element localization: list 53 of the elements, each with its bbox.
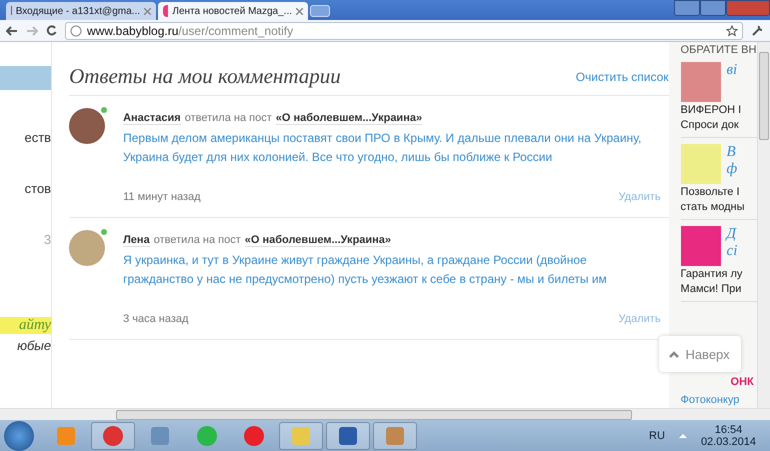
close-icon[interactable] [144, 8, 151, 14]
ad-text: Позвольте I [680, 186, 741, 199]
clock-date[interactable]: 02.03.2014 [700, 436, 756, 448]
tray-arrow-icon[interactable] [678, 433, 687, 438]
taskbar-app[interactable] [373, 422, 417, 450]
globe-icon [70, 24, 82, 36]
taskbar-app[interactable] [326, 422, 370, 450]
post-link[interactable]: «О наболевшем...Украина» [276, 112, 422, 125]
forward-icon[interactable] [26, 26, 38, 36]
close-icon[interactable] [296, 8, 303, 14]
sidebar-item[interactable]: стов [0, 181, 52, 196]
ad-text: стать модны [680, 201, 746, 214]
browser-tab[interactable]: Входящие - a131xt@gma... [6, 2, 156, 20]
wrench-icon[interactable] [751, 24, 764, 37]
sidebar-heading: ОБРАТИТЕ ВН [680, 44, 758, 56]
ad-text: Гарантия лу [680, 268, 744, 281]
sidebar-item[interactable]: юбые [0, 338, 52, 353]
comment-text[interactable]: Первым делом американцы поставят свои ПРО в Крыму. И дальше плевали они на Украину, Украина будет для них колонией. Все что угодно, лишь бы поближе к России [123, 129, 644, 167]
star-icon[interactable] [726, 24, 738, 36]
comment-text[interactable]: Я украинка, и тут в Украине живут граждане Украины, а граждане России (двойное гражданство у нас не предусмотрено) пусть уезжают к себе в страну - мы и билеты им [123, 251, 644, 289]
sidebar-item[interactable]: еств [0, 130, 52, 145]
close-button[interactable] [726, 0, 770, 16]
chevron-up-icon [669, 350, 680, 358]
avatar[interactable] [69, 108, 106, 144]
taskbar-app[interactable] [279, 422, 323, 450]
promo-text: ОНК [730, 376, 755, 388]
taskbar-app[interactable] [91, 422, 135, 450]
browser-tab[interactable]: Лента новостей Mazga_... [158, 2, 308, 20]
language-indicator[interactable]: RU [649, 430, 665, 442]
minimize-button[interactable] [674, 0, 700, 16]
horizontal-scrollbar[interactable] [0, 408, 770, 420]
back-to-top-button[interactable]: Наверх [658, 336, 741, 372]
author-link[interactable]: Лена [123, 234, 150, 247]
page-title: Ответы на мои комментарии [69, 64, 341, 89]
back-icon[interactable] [6, 26, 18, 36]
new-tab-button[interactable] [310, 5, 330, 17]
comment-time: 11 минут назад [123, 191, 201, 203]
comment-time: 3 часа назад [123, 313, 188, 325]
sidebar-bar [0, 66, 52, 90]
maximize-button[interactable] [700, 0, 726, 16]
author-link[interactable]: Анастасия [123, 112, 181, 125]
action-text: ответила на пост [184, 112, 272, 125]
action-text: ответила на пост [154, 234, 241, 247]
ad-text: Мамси! При [680, 283, 742, 296]
post-link[interactable]: «О наболевшем...Украина» [244, 234, 392, 247]
reload-icon[interactable] [46, 25, 57, 36]
clock-time[interactable]: 16:54 [714, 424, 742, 436]
clear-list-link[interactable]: Очистить список [576, 70, 669, 84]
vertical-scrollbar[interactable] [757, 42, 770, 408]
ad-text: Спроси док [680, 119, 740, 132]
address-field[interactable]: www.babyblog.ru/user/comment_notify [65, 22, 743, 40]
start-button[interactable] [4, 420, 34, 450]
ad-text: ВИФЕРОН I [680, 104, 742, 117]
